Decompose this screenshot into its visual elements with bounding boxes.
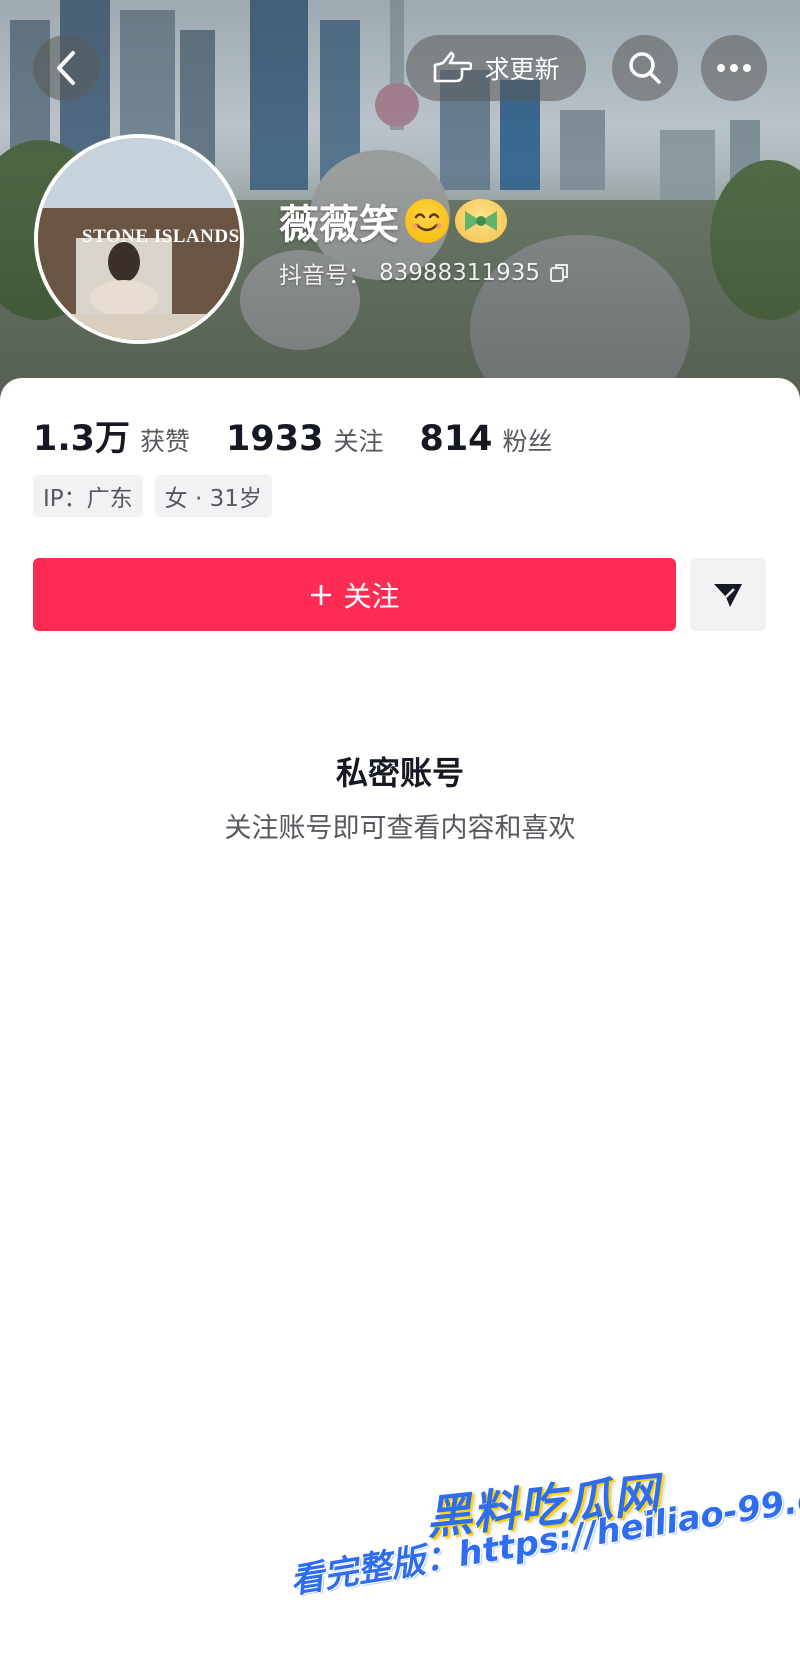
smiling-face-icon [412,213,442,232]
stat-followers-label: 粉丝 [502,427,553,456]
douyin-id-value: 83988311935 [379,260,540,286]
stat-likes[interactable]: 1.3万 获赞 [33,410,190,461]
stat-following-label: 关注 [333,427,384,456]
pointing-hand-icon [434,51,473,83]
private-account-title: 私密账号 [335,754,464,792]
watermark: 黑料吃瓜网 看完整版：https://heiliao-99.com [287,1460,800,1650]
share-button[interactable] [690,558,766,631]
request-update-button[interactable]: 求更新 [406,35,586,101]
follow-label: 关注 [343,579,400,613]
avatar[interactable]: STONE ISLANDS [34,134,244,344]
plus-icon [311,584,332,605]
douyin-id-label: 抖音号： [279,263,371,289]
back-button[interactable] [33,35,99,101]
search-button[interactable] [612,35,678,101]
copy-icon[interactable] [548,262,570,284]
stat-followers-value: 814 [419,419,493,459]
more-dots-icon [717,64,751,72]
smiling-face-emoji [405,199,449,243]
stat-following[interactable]: 1933 关注 [226,419,383,459]
stat-following-value: 1933 [226,419,324,459]
avatar-brand-text: STONE ISLANDS [82,226,240,247]
nickname-row: 薇薇笑 [279,192,507,250]
private-account-description: 关注账号即可查看内容和喜欢 [224,813,576,844]
follow-button[interactable]: 关注 [33,558,676,631]
more-options-button[interactable] [701,35,767,101]
chevron-left-icon [57,51,75,85]
bow-emoji [455,199,507,243]
stat-likes-label: 获赞 [140,427,191,456]
stats-row: 1.3万 获赞 1933 关注 814 粉丝 [33,410,589,461]
search-icon [629,52,661,84]
send-arrow-icon [714,583,742,607]
stat-likes-value: 1.3万 [33,419,131,459]
profile-tags: IP：广东 女 · 31岁 [33,475,272,517]
gender-age-tag: 女 · 31岁 [154,475,272,517]
ip-location-tag: IP：广东 [33,475,143,517]
stat-followers[interactable]: 814 粉丝 [419,419,552,459]
request-update-label: 求更新 [484,55,560,84]
nickname: 薇薇笑 [279,202,399,248]
bow-icon [465,211,497,231]
douyin-id-row: 抖音号： 83988311935 [279,256,570,290]
